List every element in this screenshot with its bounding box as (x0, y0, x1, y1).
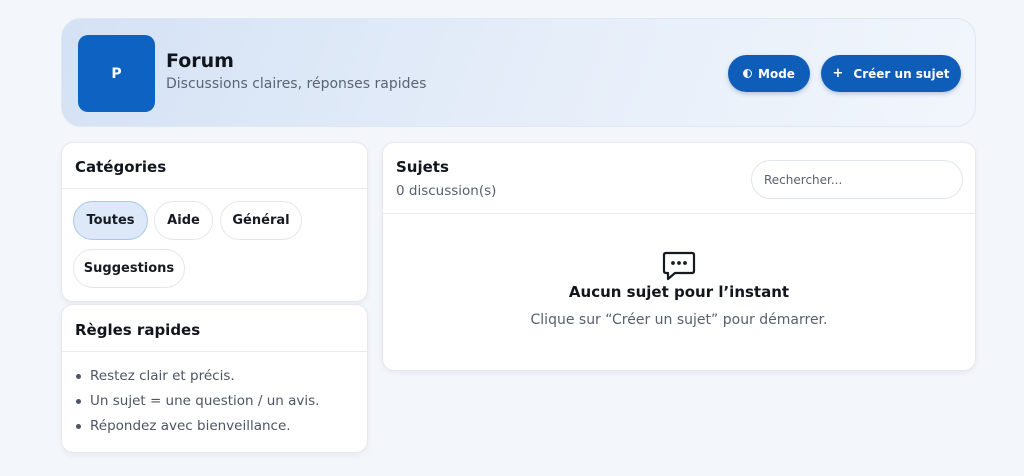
page-header: P Forum Discussions claires, réponses ra… (61, 18, 976, 127)
mode-button-label: Mode (758, 66, 795, 81)
rule-item: Restez clair et précis. (76, 364, 367, 389)
logo: P (78, 35, 155, 112)
create-topic-button[interactable]: + Créer un sujet (821, 55, 961, 92)
rules-panel: Règles rapides Restez clair et précis. U… (61, 304, 368, 453)
rule-text: Un sujet = une question / un avis. (90, 393, 320, 409)
plus-icon: + (832, 66, 844, 81)
category-chip-aide[interactable]: Aide (154, 201, 213, 240)
chat-bubble-icon (662, 251, 696, 281)
category-chip-general[interactable]: Général (220, 201, 302, 240)
empty-state-title: Aucun sujet pour l’instant (568, 283, 790, 301)
bullet-icon (76, 424, 81, 429)
half-moon-icon (743, 69, 753, 78)
topics-panel: Sujets 0 discussion(s) Aucun sujet pour … (382, 142, 976, 371)
search-input[interactable] (751, 160, 963, 199)
divider (383, 213, 975, 214)
bullet-icon (76, 399, 81, 404)
divider (62, 188, 367, 189)
page-title: Forum (166, 50, 234, 72)
rule-text: Répondez avec bienveillance. (90, 418, 291, 434)
create-topic-label: Créer un sujet (853, 66, 950, 81)
topics-title: Sujets (396, 158, 449, 176)
empty-state-subtitle: Clique sur “Créer un sujet” pour démarre… (530, 312, 828, 328)
rule-item: Un sujet = une question / un avis. (76, 389, 367, 414)
rules-list: Restez clair et précis. Un sujet = une q… (62, 352, 367, 439)
category-chip-toutes[interactable]: Toutes (73, 201, 148, 240)
bullet-icon (76, 374, 81, 379)
rule-text: Restez clair et précis. (90, 368, 235, 384)
categories-panel: Catégories Toutes Aide Général Suggestio… (61, 142, 368, 302)
rule-item: Répondez avec bienveillance. (76, 414, 367, 439)
category-chip-suggestions[interactable]: Suggestions (73, 249, 185, 288)
categories-title: Catégories (75, 158, 167, 176)
topics-count: 0 discussion(s) (396, 183, 497, 199)
rules-title: Règles rapides (75, 321, 201, 339)
page-subtitle: Discussions claires, réponses rapides (166, 76, 427, 92)
mode-toggle-button[interactable]: Mode (728, 55, 810, 92)
